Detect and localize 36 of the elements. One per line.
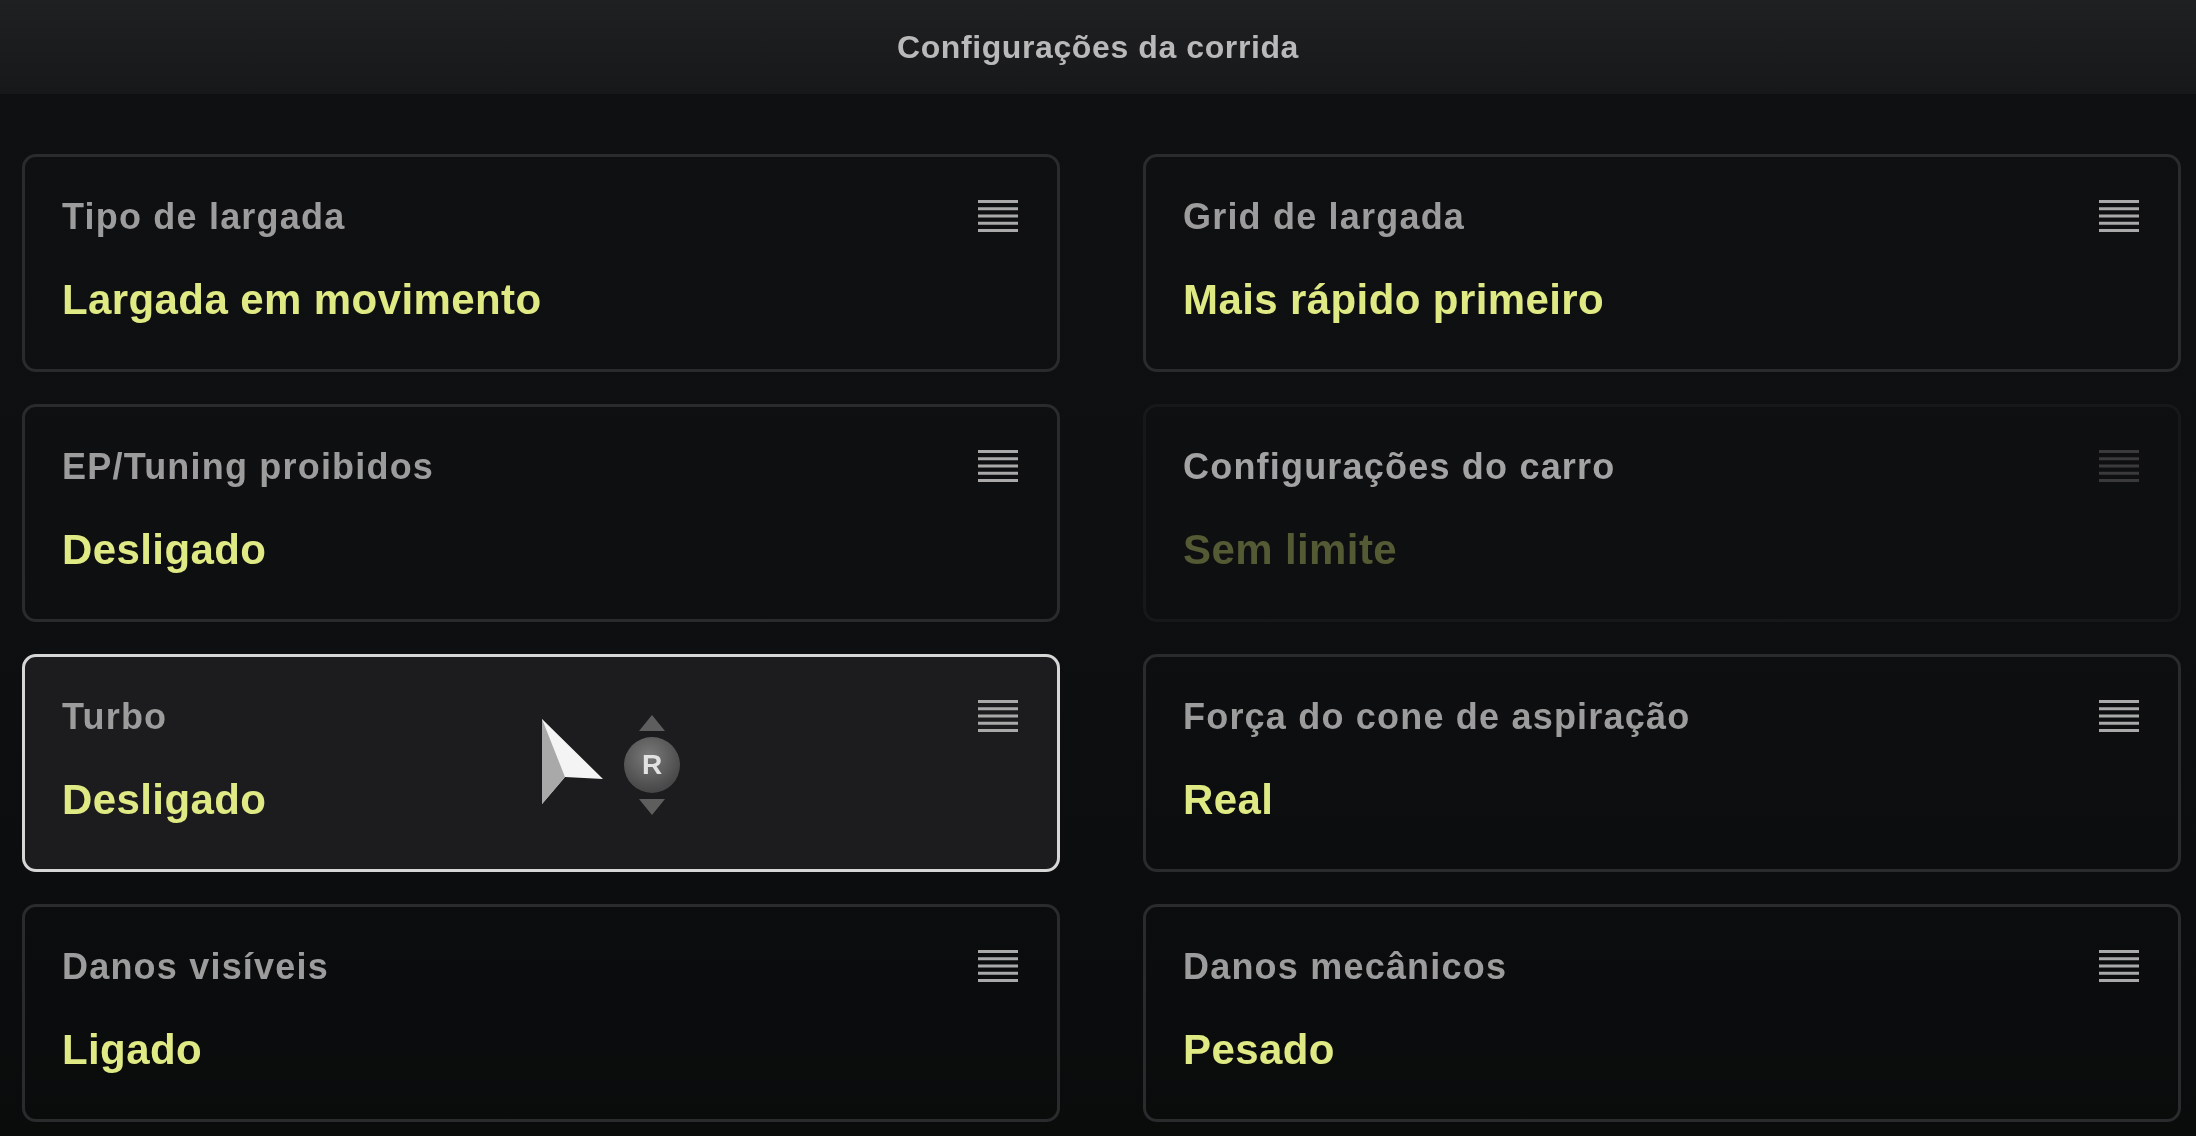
setting-value: Sem limite — [1183, 525, 1398, 575]
setting-label: Grid de largada — [1183, 195, 1466, 239]
setting-value: Pesado — [1183, 1025, 1335, 1075]
menu-icon — [978, 200, 1018, 232]
setting-value: Mais rápido primeiro — [1183, 275, 1605, 325]
menu-icon — [978, 950, 1018, 982]
menu-icon — [978, 450, 1018, 482]
controller-button-hint: R — [624, 737, 680, 793]
setting-label: Força do cone de aspiração — [1183, 695, 1691, 739]
up-triangle-icon — [639, 715, 665, 731]
setting-label: Tipo de largada — [62, 195, 346, 239]
pointer-icon — [542, 719, 604, 805]
setting-card[interactable]: Danos mecânicos Pesado — [1143, 904, 2181, 1122]
screen-title: Configurações da corrida — [896, 28, 1299, 67]
setting-label: Turbo — [62, 695, 168, 739]
down-triangle-icon — [639, 799, 665, 815]
setting-card[interactable]: Grid de largada Mais rápido primeiro — [1143, 154, 2181, 372]
setting-card[interactable]: Turbo Desligado R — [22, 654, 1060, 872]
setting-label: Configurações do carro — [1183, 445, 1616, 489]
setting-value: Desligado — [62, 775, 267, 825]
setting-label: Danos mecânicos — [1183, 945, 1508, 989]
setting-card[interactable]: Danos visíveis Ligado — [22, 904, 1060, 1122]
setting-label: Danos visíveis — [62, 945, 329, 989]
setting-value: Largada em movimento — [62, 275, 542, 325]
setting-value: Real — [1183, 775, 1274, 825]
setting-card[interactable]: Força do cone de aspiração Real — [1143, 654, 2181, 872]
menu-icon — [2099, 200, 2139, 232]
setting-card[interactable]: EP/Tuning proibidos Desligado — [22, 404, 1060, 622]
menu-icon — [2099, 450, 2139, 482]
setting-value: Ligado — [62, 1025, 203, 1075]
setting-value: Desligado — [62, 525, 267, 575]
setting-card[interactable]: Tipo de largada Largada em movimento — [22, 154, 1060, 372]
menu-icon — [978, 700, 1018, 732]
menu-icon — [2099, 700, 2139, 732]
setting-label: EP/Tuning proibidos — [62, 445, 435, 489]
menu-icon — [2099, 950, 2139, 982]
